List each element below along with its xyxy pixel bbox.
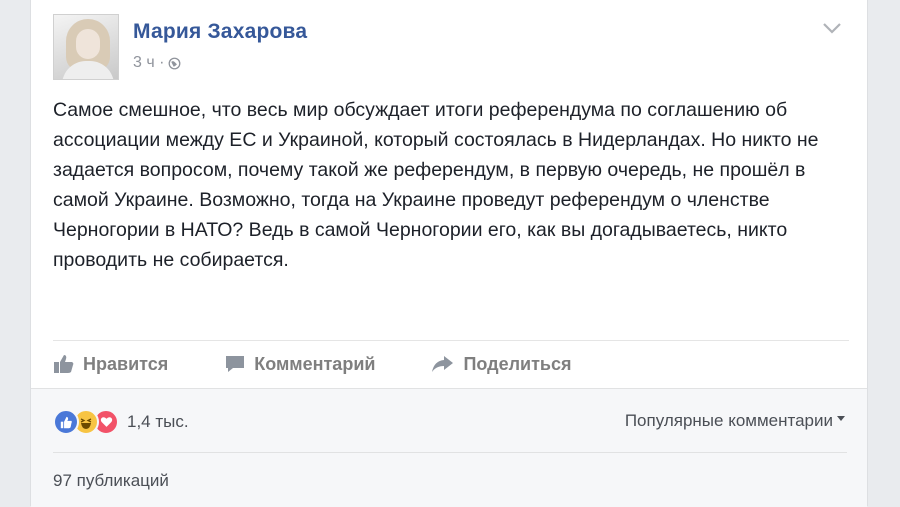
comment-label: Комментарий	[254, 353, 376, 374]
divider	[53, 340, 849, 341]
post-card: Мария Захарова 3 ч · Самое смешное, что …	[30, 0, 868, 507]
comment-button[interactable]: Комментарий	[224, 354, 375, 375]
comments-sort-dropdown[interactable]: Популярные комментарии	[625, 411, 845, 431]
thumbs-up-icon	[53, 354, 75, 374]
avatar[interactable]	[53, 14, 119, 80]
action-bar: Нравится Комментарий Поделиться	[53, 345, 627, 383]
reactions-count[interactable]: 1,4 тыс.	[127, 412, 189, 432]
comments-sort-label: Популярные комментарии	[624, 411, 833, 430]
author-name[interactable]: Мария Захарова	[133, 20, 307, 44]
share-button[interactable]: Поделиться	[431, 354, 571, 375]
divider	[53, 452, 847, 453]
chevron-down-icon[interactable]	[821, 20, 843, 36]
like-button[interactable]: Нравится	[53, 354, 168, 375]
globe-icon[interactable]	[168, 57, 181, 70]
shares-count[interactable]: 97 публикаций	[53, 471, 169, 491]
reactions-summary[interactable]: 1,4 тыс.	[53, 409, 189, 435]
like-reaction-icon	[53, 409, 79, 435]
post-text: Самое смешное, что весь мир обсуждает ит…	[53, 99, 819, 271]
post-header: Мария Захарова 3 ч ·	[53, 14, 843, 84]
post-footer: 1,4 тыс. Популярные комментарии 97 публи…	[31, 388, 867, 507]
share-arrow-icon	[431, 354, 455, 374]
post-meta: 3 ч ·	[133, 54, 181, 72]
timestamp[interactable]: 3 ч ·	[133, 54, 164, 72]
comment-icon	[224, 354, 246, 374]
like-label: Нравится	[83, 353, 169, 374]
caret-down-icon	[837, 415, 845, 421]
share-label: Поделиться	[463, 353, 572, 374]
